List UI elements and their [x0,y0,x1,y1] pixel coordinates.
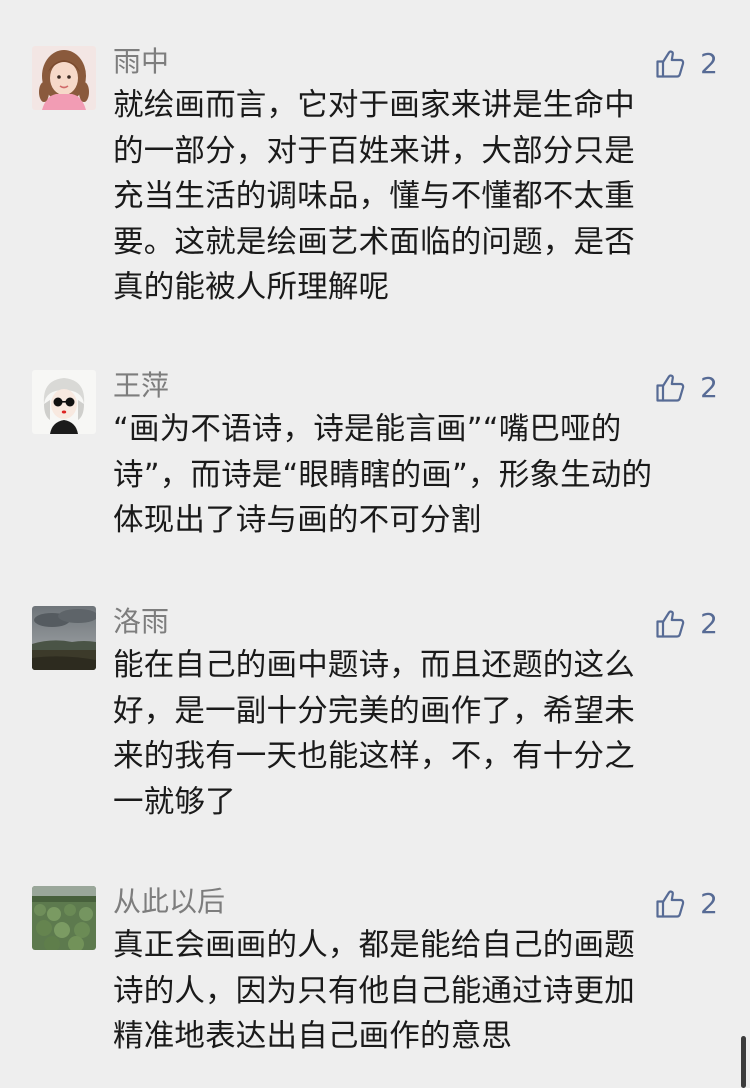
avatar-cartoon-sunglasses-icon [32,370,96,434]
comment-text: 就绘画而言，它对于画家来讲是生命中 的一部分，对于百姓来讲，大部分只是 充当生活… [113,88,635,305]
comment-text: 能在自己的画中题诗，而且还题的这么 好，是一副十分完美的画作了，希望未 来的我有… [113,648,635,820]
comment-username[interactable]: 雨中 [113,44,169,80]
like-count: 2 [700,607,718,640]
avatar-girl-portrait-icon [32,46,96,110]
comment-username[interactable]: 洛雨 [113,604,169,640]
scrollbar[interactable] [741,1036,746,1088]
comment-username[interactable]: 王萍 [113,368,169,404]
user-avatar[interactable] [32,370,96,434]
comment-username[interactable]: 从此以后 [113,884,225,920]
comment-text: 真正会画画的人，都是能给自己的画题 诗的人，因为只有他自己能通过诗更加 精准地表… [113,928,635,1054]
like-count: 2 [700,887,718,920]
like-button[interactable]: 2 [654,886,718,922]
like-count: 2 [700,47,718,80]
user-avatar[interactable] [32,606,96,670]
user-avatar[interactable] [32,886,96,950]
thumbs-up-icon [654,608,686,640]
avatar-green-field-icon [32,886,96,950]
like-button[interactable]: 2 [654,606,718,642]
like-button[interactable]: 2 [654,370,718,406]
thumbs-up-icon [654,888,686,920]
like-button[interactable]: 2 [654,46,718,82]
user-avatar[interactable] [32,46,96,110]
thumbs-up-icon [654,372,686,404]
avatar-landscape-cloudy-icon [32,606,96,670]
thumbs-up-icon [654,48,686,80]
comment-text: “画为不语诗，诗是能言画”“嘴巴哑的 诗”，而诗是“眼睛瞎的画”，形象生动的 体… [113,412,653,538]
like-count: 2 [700,371,718,404]
